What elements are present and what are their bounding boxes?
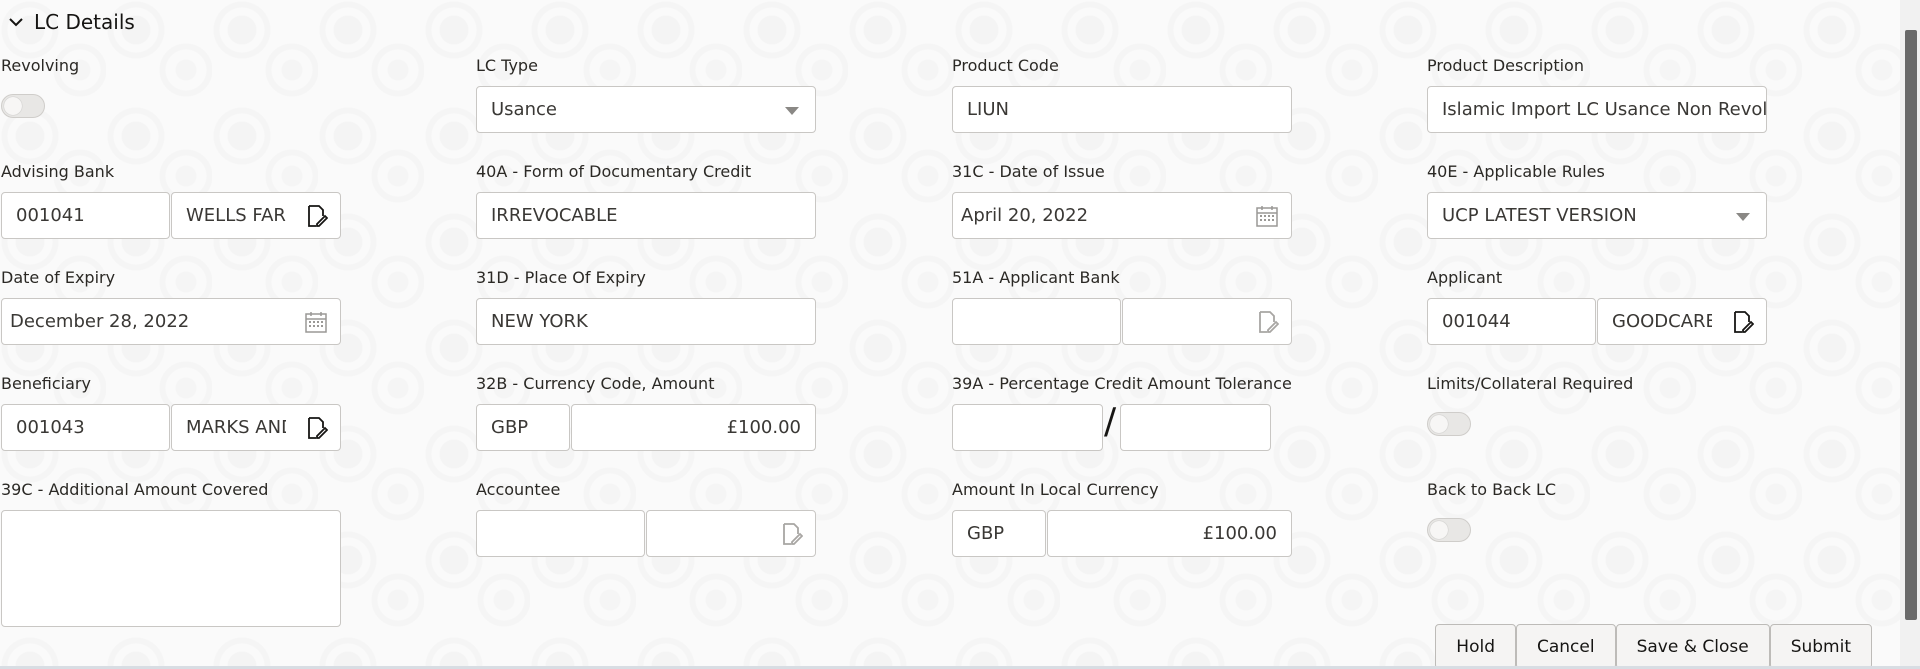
edit-document-icon[interactable]: [304, 416, 328, 440]
calendar-icon[interactable]: [1255, 204, 1279, 228]
local-currency-input[interactable]: GBP: [952, 510, 1046, 557]
place-of-expiry-label: 31D - Place Of Expiry: [476, 268, 646, 287]
submit-button[interactable]: Submit: [1769, 624, 1872, 669]
edit-document-icon[interactable]: [1255, 310, 1279, 334]
back-to-back-toggle[interactable]: [1427, 518, 1471, 542]
applicant-bank-code-input[interactable]: [952, 298, 1121, 345]
cancel-button[interactable]: Cancel: [1515, 624, 1616, 669]
product-description-input[interactable]: Islamic Import LC Usance Non Revolving: [1427, 86, 1767, 133]
applicant-bank-name-input[interactable]: [1122, 298, 1292, 345]
revolving-toggle[interactable]: [1, 94, 45, 118]
product-code-input[interactable]: LIUN: [952, 86, 1292, 133]
section-title: LC Details: [34, 10, 135, 34]
chevron-down-icon: [1736, 213, 1750, 221]
chevron-down-icon: [785, 107, 799, 115]
hold-button[interactable]: Hold: [1435, 624, 1516, 669]
edit-document-icon[interactable]: [304, 204, 328, 228]
product-code-label: Product Code: [952, 56, 1059, 75]
limits-required-toggle[interactable]: [1427, 412, 1471, 436]
scrollbar-thumb[interactable]: [1905, 30, 1917, 620]
edit-document-icon[interactable]: [779, 522, 803, 546]
lc-type-select[interactable]: Usance: [476, 86, 816, 133]
applicant-name-input[interactable]: GOODCARE: [1597, 298, 1767, 345]
chevron-down-icon: [9, 18, 23, 27]
applicant-label: Applicant: [1427, 268, 1503, 287]
product-description-label: Product Description: [1427, 56, 1584, 75]
form-of-credit-label: 40A - Form of Documentary Credit: [476, 162, 752, 181]
limits-required-label: Limits/Collateral Required: [1427, 374, 1634, 393]
date-of-issue-input[interactable]: April 20, 2022: [952, 192, 1292, 239]
local-amount-input[interactable]: £100.00: [1047, 510, 1292, 557]
lc-details-page: LC Details Revolving LC Type Usance Prod…: [0, 0, 1900, 669]
lc-details-header[interactable]: LC Details: [8, 8, 135, 36]
applicant-bank-label: 51A - Applicant Bank: [952, 268, 1120, 287]
vertical-scrollbar[interactable]: [1900, 0, 1920, 669]
additional-amount-textarea[interactable]: [1, 510, 341, 627]
currency-amount-label: 32B - Currency Code, Amount: [476, 374, 715, 393]
tolerance-separator: /: [1104, 401, 1117, 442]
advising-bank-name-input[interactable]: WELLS FARGO: [171, 192, 341, 239]
currency-code-input[interactable]: GBP: [476, 404, 570, 451]
accountee-name-input[interactable]: [646, 510, 816, 557]
local-amount-label: Amount In Local Currency: [952, 480, 1159, 499]
calendar-icon[interactable]: [304, 310, 328, 334]
form-of-credit-input[interactable]: IRREVOCABLE: [476, 192, 816, 239]
advising-bank-label: Advising Bank: [1, 162, 115, 181]
lc-type-value: Usance: [491, 99, 557, 120]
applicable-rules-label: 40E - Applicable Rules: [1427, 162, 1605, 181]
place-of-expiry-input[interactable]: NEW YORK: [476, 298, 816, 345]
date-of-expiry-input[interactable]: December 28, 2022: [1, 298, 341, 345]
amount-input[interactable]: £100.00: [571, 404, 816, 451]
beneficiary-name-input[interactable]: MARKS AND: [171, 404, 341, 451]
edit-document-icon[interactable]: [1730, 310, 1754, 334]
save-close-button[interactable]: Save & Close: [1615, 624, 1770, 669]
footer-actions: Hold Cancel Save & Close Submit: [1435, 624, 1872, 669]
back-to-back-label: Back to Back LC: [1427, 480, 1557, 499]
revolving-label: Revolving: [1, 56, 80, 75]
beneficiary-label: Beneficiary: [1, 374, 91, 393]
additional-amount-label: 39C - Additional Amount Covered: [1, 480, 269, 499]
date-of-expiry-label: Date of Expiry: [1, 268, 116, 287]
accountee-code-input[interactable]: [476, 510, 645, 557]
advising-bank-code-input[interactable]: 001041: [1, 192, 170, 239]
date-of-issue-label: 31C - Date of Issue: [952, 162, 1105, 181]
tolerance-minus-input[interactable]: [1120, 404, 1271, 451]
lc-type-label: LC Type: [476, 56, 538, 75]
applicant-code-input[interactable]: 001044: [1427, 298, 1596, 345]
tolerance-plus-input[interactable]: [952, 404, 1103, 451]
applicable-rules-select[interactable]: UCP LATEST VERSION: [1427, 192, 1767, 239]
accountee-label: Accountee: [476, 480, 561, 499]
beneficiary-code-input[interactable]: 001043: [1, 404, 170, 451]
tolerance-label: 39A - Percentage Credit Amount Tolerance: [952, 374, 1292, 393]
